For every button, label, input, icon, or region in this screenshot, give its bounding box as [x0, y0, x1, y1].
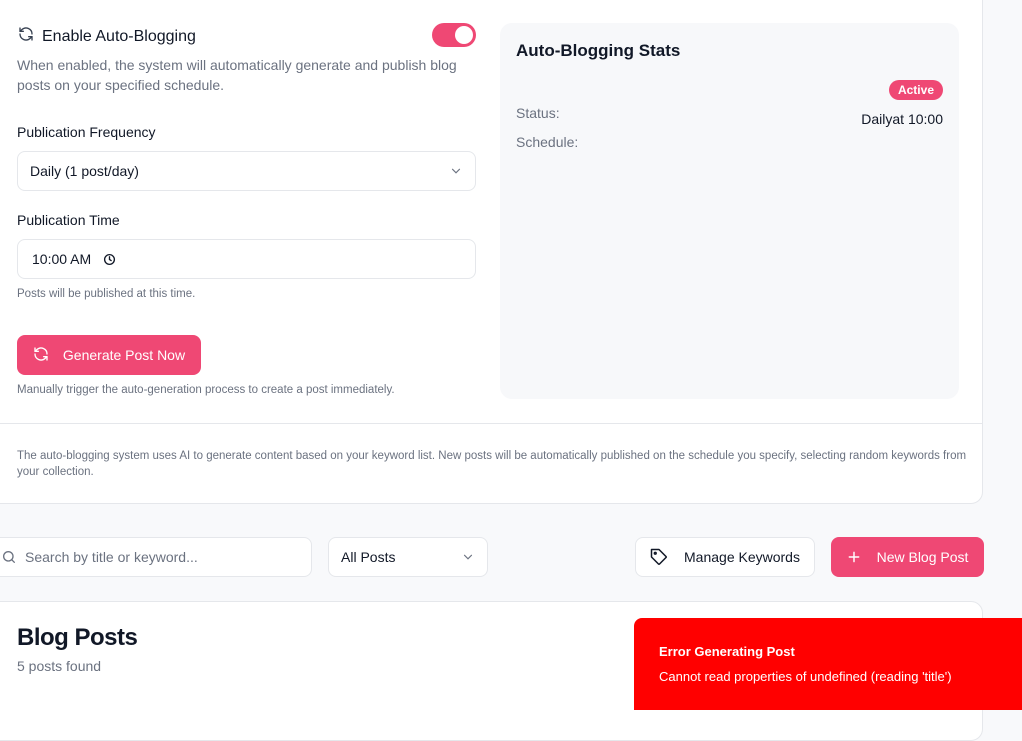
manage-keywords-label: Manage Keywords	[684, 549, 800, 565]
error-toast[interactable]: Error Generating Post Cannot read proper…	[634, 618, 1022, 710]
refresh-icon	[33, 346, 49, 365]
generate-hint: Manually trigger the auto-generation pro…	[17, 384, 395, 396]
frequency-label: Publication Frequency	[17, 124, 156, 140]
new-blog-post-button[interactable]: New Blog Post	[831, 537, 984, 577]
search-icon	[2, 551, 15, 563]
stats-title: Auto-Blogging Stats	[516, 41, 681, 60]
divider	[0, 423, 983, 424]
refresh-icon	[18, 26, 34, 47]
schedule-value: Dailyat 10:00	[861, 111, 943, 127]
toggle-description: When enabled, the system will automatica…	[17, 57, 457, 93]
filter-value: All Posts	[341, 549, 396, 565]
frequency-value: Daily (1 post/day)	[30, 163, 139, 179]
status-badge: Active	[888, 80, 943, 100]
posts-filter-select[interactable]: All Posts	[328, 537, 488, 577]
time-hint: Posts will be published at this time.	[17, 288, 196, 300]
search-input[interactable]: Search by title or keyword...	[0, 537, 312, 577]
page-title: Blog Posts	[17, 624, 138, 651]
time-value: 10:00 AM	[32, 251, 92, 267]
frequency-select[interactable]: Daily (1 post/day)	[17, 151, 476, 191]
toggle-label: Enable Auto-Blogging	[42, 27, 196, 45]
status-label: Status:	[516, 105, 560, 121]
generate-post-button[interactable]: Generate Post Now	[17, 335, 201, 375]
info-note: The auto-blogging system uses AI to gene…	[17, 450, 967, 478]
schedule-label: Schedule:	[516, 134, 579, 150]
time-label: Publication Time	[17, 212, 120, 228]
auto-blogging-toggle[interactable]	[432, 23, 476, 47]
stats-panel: Auto-Blogging Stats Status: Active Sched…	[500, 23, 959, 399]
tag-icon	[650, 548, 667, 565]
toggle-knob	[455, 26, 473, 44]
clock-icon[interactable]	[103, 253, 116, 266]
toggle-title: Enable Auto-Blogging	[18, 26, 196, 47]
search-placeholder: Search by title or keyword...	[25, 549, 198, 565]
manage-keywords-button[interactable]: Manage Keywords	[635, 537, 815, 577]
new-post-label: New Blog Post	[876, 549, 969, 565]
posts-count: 5 posts found	[17, 658, 102, 674]
chevron-down-icon	[463, 554, 473, 560]
generate-button-label: Generate Post Now	[62, 347, 186, 363]
toast-title: Error Generating Post	[659, 644, 795, 659]
plus-icon	[848, 551, 859, 563]
time-input[interactable]: 10:00 AM	[17, 239, 476, 279]
chevron-down-icon	[451, 168, 461, 174]
toast-message: Cannot read properties of undefined (rea…	[659, 669, 952, 684]
